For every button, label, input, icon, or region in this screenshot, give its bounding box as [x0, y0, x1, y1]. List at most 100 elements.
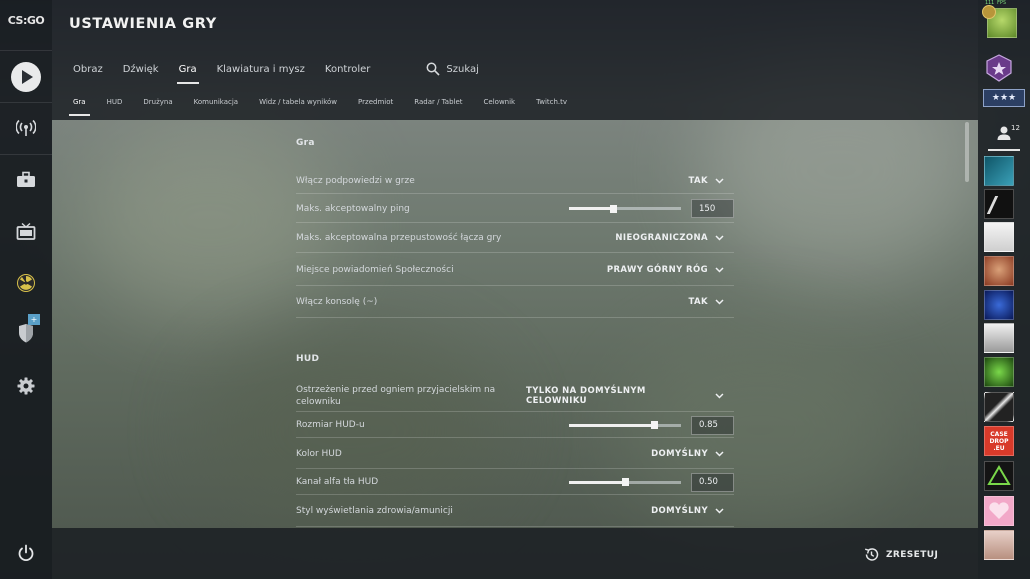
setting-label: Kanał alfa tła HUD — [296, 477, 379, 487]
chevron-down-icon — [715, 177, 724, 184]
dropdown-value: TYLKO NA DOMYŚLNYM CELOWNIKU — [526, 385, 646, 406]
friendly-fire-dropdown[interactable]: TYLKO NA DOMYŚLNYM CELOWNIKU — [526, 386, 734, 406]
subtab-gra[interactable]: Gra — [69, 98, 90, 116]
avatar-image — [986, 196, 1014, 214]
hud-scale-value-input[interactable]: 0.85 — [691, 415, 734, 435]
search-label: Szukaj — [446, 63, 479, 75]
chevron-down-icon — [715, 508, 724, 514]
friend-avatar[interactable] — [984, 156, 1014, 186]
shield-badge: + — [28, 314, 40, 325]
setting-label: Miejsce powiadomień Społeczności — [296, 264, 454, 275]
profile-rank-badge[interactable] — [984, 53, 1014, 83]
search-button[interactable]: Szukaj — [426, 62, 479, 82]
tab-klawiatura-i-mysz[interactable]: Klawiatura i mysz — [217, 64, 305, 81]
shield-button[interactable]: + — [0, 313, 52, 353]
csgo-logo: CS:GO — [7, 14, 45, 27]
slider-fill — [569, 207, 613, 210]
subtab-celownik[interactable]: Celownik — [484, 98, 516, 106]
health-style-dropdown[interactable]: DOMYŚLNY — [651, 506, 734, 516]
setting-row-health-style: Styl wyświetlania zdrowia/amunicji DOMYŚ… — [296, 496, 734, 527]
hud-scale-slider[interactable] — [569, 421, 681, 429]
settings-button[interactable] — [0, 366, 52, 406]
tab-gra[interactable]: Gra — [176, 64, 199, 84]
hud-color-dropdown[interactable]: DOMYŚLNY — [651, 449, 734, 459]
avatar-text: CASE — [990, 430, 1008, 438]
friends-icon — [997, 126, 1011, 140]
main-tabs: Obraz Dźwięk Gra Klawiatura i mysz Kontr… — [73, 62, 479, 84]
power-button[interactable] — [0, 533, 52, 573]
friend-avatar[interactable] — [984, 323, 1014, 353]
watch-button[interactable] — [0, 108, 52, 148]
tab-kontroler[interactable]: Kontroler — [325, 64, 371, 81]
slider-thumb[interactable] — [622, 478, 629, 486]
play-button[interactable] — [0, 57, 52, 97]
dropdown-value: TAK — [688, 297, 708, 307]
hints-dropdown[interactable]: TAK — [688, 176, 734, 186]
tv-button[interactable] — [0, 212, 52, 252]
left-nav: CS:GO + — [0, 0, 52, 579]
tab-obraz[interactable]: Obraz — [73, 64, 103, 81]
subtab-przedmiot[interactable]: Przedmiot — [358, 98, 393, 106]
friend-avatar[interactable] — [984, 290, 1014, 320]
subtab-radar-tablet[interactable]: Radar / Tablet — [414, 98, 462, 106]
subtab-druzyna[interactable]: Drużyna — [143, 98, 172, 106]
reset-button[interactable]: ZRESETUJ — [864, 547, 938, 562]
triangle-logo-icon — [987, 465, 1011, 485]
slider-thumb[interactable] — [609, 204, 617, 213]
friend-avatar[interactable] — [984, 189, 1014, 219]
setting-label: Ostrzeżenie przed ogniem przyjacielskim … — [296, 384, 496, 407]
tab-dzwiek[interactable]: Dźwięk — [123, 64, 159, 81]
rank-coin-icon — [982, 5, 996, 19]
slider-fill — [569, 480, 625, 484]
gear-icon — [17, 377, 35, 395]
friend-avatar[interactable] — [984, 461, 1014, 491]
reset-label: ZRESETUJ — [886, 549, 939, 560]
nav-divider — [0, 50, 52, 51]
dropdown-value: DOMYŚLNY — [651, 506, 708, 516]
avatar-text: DROP — [989, 437, 1009, 445]
store-button[interactable] — [0, 263, 52, 303]
radiation-icon — [17, 274, 35, 292]
chevron-down-icon — [715, 450, 724, 457]
stars-icon: ★★★ — [991, 93, 1017, 103]
setting-row-hud-color: Kolor HUD DOMYŚLNY — [296, 439, 734, 469]
ping-slider[interactable] — [569, 204, 681, 213]
subtab-hud[interactable]: HUD — [107, 98, 123, 106]
friend-avatar[interactable] — [984, 357, 1014, 387]
skill-group-badge[interactable]: ★★★ — [983, 89, 1025, 107]
tv-icon — [16, 223, 36, 240]
scrollbar[interactable] — [965, 122, 969, 182]
console-dropdown[interactable]: TAK — [688, 297, 734, 307]
subtab-twitch[interactable]: Twitch.tv — [536, 98, 567, 106]
chevron-down-icon — [715, 392, 724, 399]
setting-row-notifications: Miejsce powiadomień Społeczności PRAWY G… — [296, 254, 734, 286]
friends-count: 12 — [1011, 124, 1020, 132]
setting-row-hints: Włącz podpowiedzi w grze TAK — [296, 168, 734, 194]
page-title: USTAWIENIA GRY — [69, 16, 217, 32]
sub-tabs: Gra HUD Drużyna Komunikacja Widz / tabel… — [69, 98, 588, 116]
setting-label: Włącz konsolę (~) — [296, 297, 378, 307]
friend-avatar[interactable] — [984, 222, 1014, 252]
friend-avatar[interactable]: CASE DROP .EU — [984, 426, 1014, 456]
inventory-button[interactable] — [0, 160, 52, 200]
friends-button[interactable]: 12 — [978, 118, 1030, 148]
section-title-hud: HUD — [296, 354, 320, 364]
ping-value-input[interactable]: 150 — [691, 199, 734, 218]
subtab-komunikacja[interactable]: Komunikacja — [194, 98, 238, 106]
friend-avatar[interactable] — [984, 392, 1014, 422]
search-icon — [426, 62, 440, 76]
bandwidth-dropdown[interactable]: NIEOGRANICZONA — [615, 233, 734, 243]
friend-avatar[interactable] — [984, 496, 1014, 526]
subtab-widz-tabela-wynikow[interactable]: Widz / tabela wyników — [259, 98, 337, 106]
hud-alpha-value-input[interactable]: 0.50 — [691, 472, 734, 492]
setting-row-hud-scale: Rozmiar HUD-u 0.85 — [296, 413, 734, 438]
player-avatar[interactable] — [982, 5, 1017, 38]
notifications-dropdown[interactable]: PRAWY GÓRNY RÓG — [607, 265, 734, 275]
hud-alpha-slider[interactable] — [569, 478, 681, 486]
friend-avatar[interactable] — [984, 256, 1014, 286]
briefcase-icon — [17, 171, 35, 187]
slider-thumb[interactable] — [651, 421, 659, 429]
dropdown-value: DOMYŚLNY — [651, 448, 708, 459]
friend-avatar[interactable] — [984, 530, 1014, 560]
setting-row-hud-alpha: Kanał alfa tła HUD 0.50 — [296, 470, 734, 495]
